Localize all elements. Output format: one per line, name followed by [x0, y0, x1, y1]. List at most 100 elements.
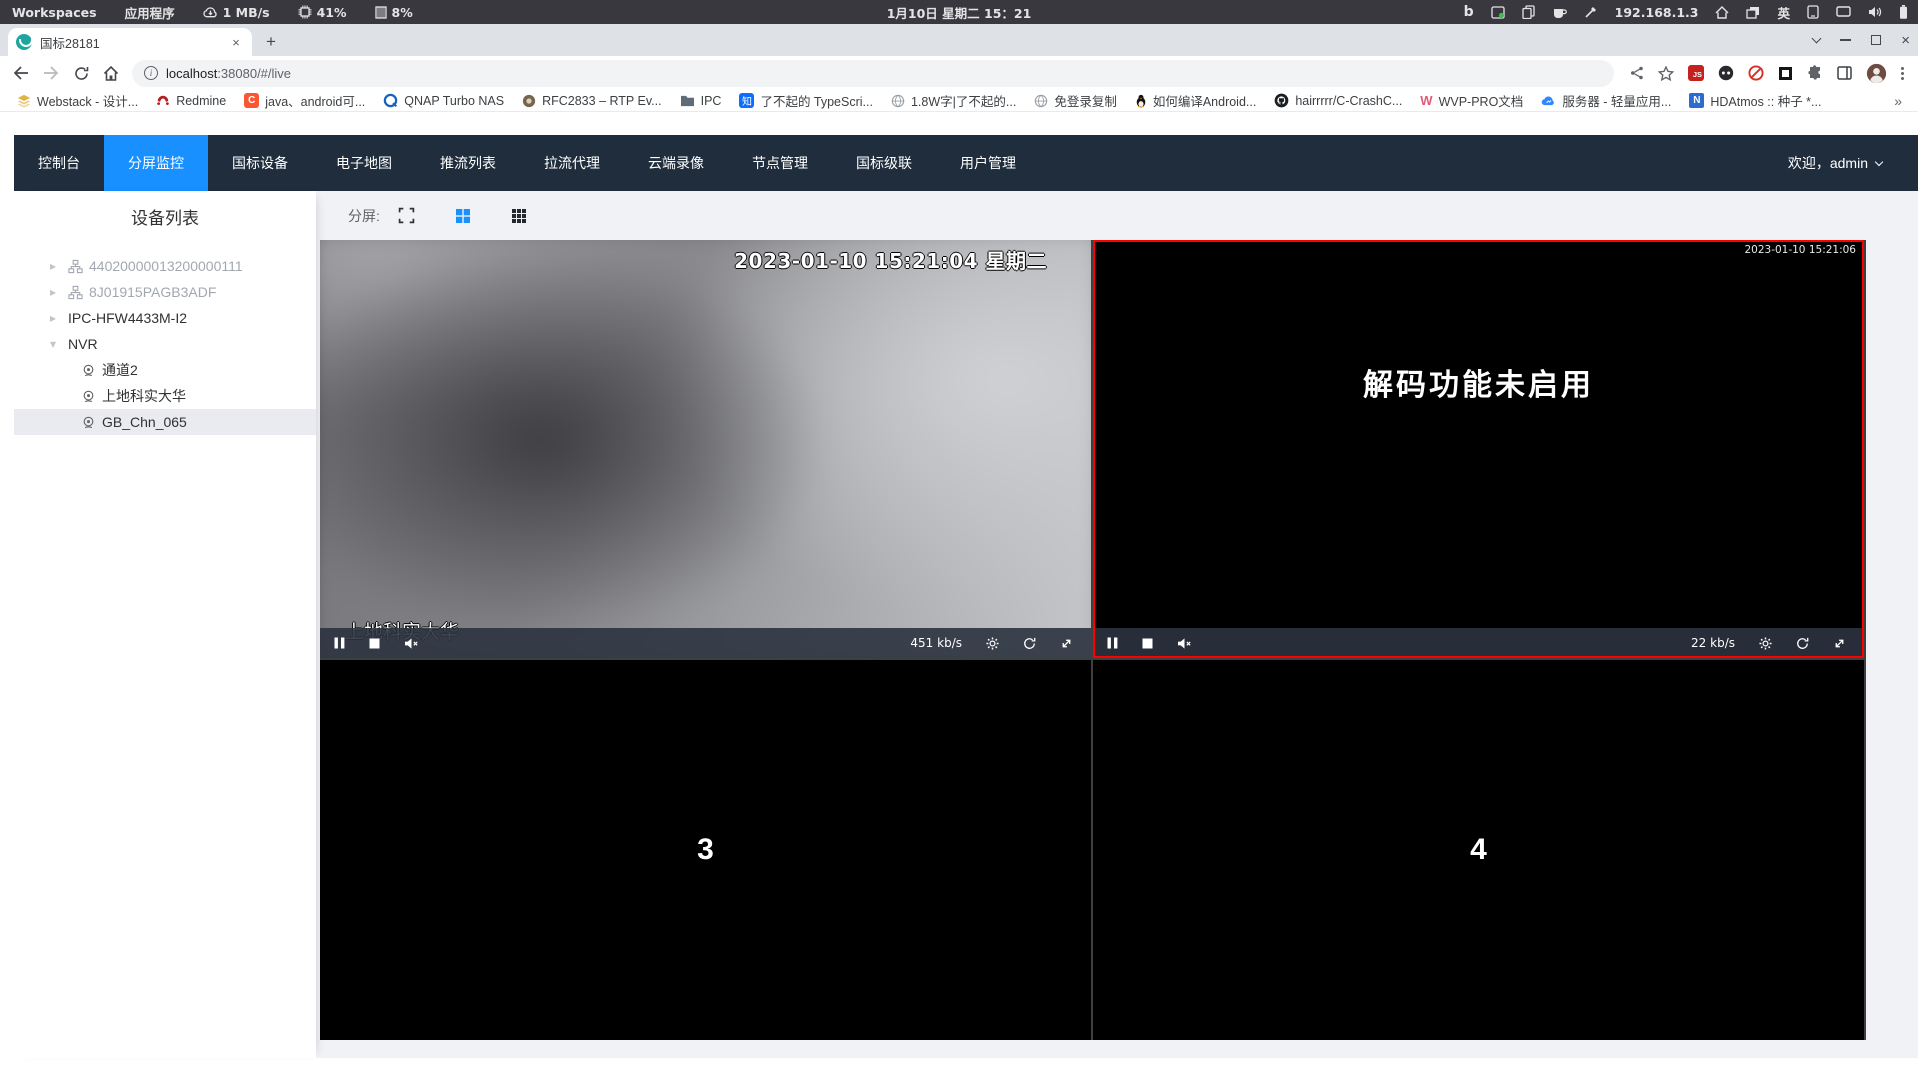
extension-mask-icon[interactable] [1718, 65, 1734, 81]
extension-js-icon[interactable]: JS [1688, 65, 1704, 81]
bookmark-csdn[interactable]: C java、android可... [237, 90, 372, 111]
expand-icon[interactable] [1833, 637, 1846, 650]
new-tab-button[interactable]: + [258, 29, 284, 55]
caret-right-icon[interactable]: ▸ [50, 311, 62, 325]
tab-close-button[interactable]: × [228, 34, 244, 50]
home-button[interactable] [98, 60, 124, 86]
applications-menu[interactable]: 应用程序 [125, 3, 175, 22]
pause-icon[interactable] [1107, 637, 1118, 649]
nav-push-list[interactable]: 推流列表 [416, 135, 520, 191]
bing-tray-icon[interactable]: b [1464, 4, 1474, 20]
bookmark-copy-free[interactable]: 免登录复制 [1027, 90, 1124, 111]
bookmark-hdatmos[interactable]: N HDAtmos :: 种子 *... [1682, 90, 1828, 111]
caret-right-icon[interactable]: ▸ [50, 285, 62, 299]
tree-node-device[interactable]: ▸ IPC-HFW4433M-I2 [14, 305, 316, 331]
bookmark-ipc-folder[interactable]: IPC [673, 93, 729, 109]
user-menu[interactable]: 欢迎，admin [1788, 153, 1884, 173]
pause-icon[interactable] [334, 637, 345, 649]
tree-node-device-expanded[interactable]: ▾ NVR [14, 331, 316, 357]
clipboard-tray-icon[interactable] [1522, 5, 1535, 19]
bookmark-android-build[interactable]: 如何编译Android... [1128, 90, 1264, 111]
caret-down-icon[interactable]: ▾ [50, 337, 62, 351]
video-player-1[interactable]: 2023-01-10 15:21:04 星期二 上地科实大华 451 kb/s [320, 240, 1091, 658]
profile-avatar[interactable] [1866, 63, 1887, 84]
site-info-icon[interactable]: i [144, 66, 158, 80]
browser-tab[interactable]: 国标28181 × [8, 28, 252, 56]
browser-menu-icon[interactable] [1901, 66, 1904, 80]
window-minimize-button[interactable] [1840, 39, 1852, 41]
nav-gb-cascade[interactable]: 国标级联 [832, 135, 936, 191]
refresh-icon[interactable] [1796, 637, 1809, 650]
side-panel-icon[interactable] [1837, 66, 1852, 80]
bookmark-label: 了不起的 TypeScri... [760, 95, 873, 109]
fullscreen-icon[interactable] [398, 207, 415, 224]
volume-tray-icon[interactable] [1868, 6, 1882, 18]
tab-search-chevron-icon[interactable] [1811, 33, 1822, 44]
extension-blocker-icon[interactable] [1748, 65, 1764, 81]
volume-muted-icon[interactable] [404, 637, 419, 650]
caret-right-icon[interactable]: ▸ [50, 259, 62, 273]
video-player-4[interactable]: 4 [1093, 660, 1864, 1040]
bookmark-rfc2833[interactable]: RFC2833 – RTP Ev... [515, 93, 669, 109]
bookmark-article-1[interactable]: 1.8W字|了不起的... [884, 90, 1023, 111]
window-maximize-button[interactable] [1871, 35, 1882, 45]
battery-tray-icon[interactable] [1899, 5, 1908, 19]
volume-muted-icon[interactable] [1177, 637, 1192, 650]
nav-split-screen-monitor[interactable]: 分屏监控 [104, 135, 208, 191]
video-player-2[interactable]: 2023-01-10 15:21:06 解码功能未启用 22 kb/s [1093, 240, 1864, 658]
bookmark-qnap[interactable]: QNAP Turbo NAS [376, 92, 511, 109]
settings-gear-icon[interactable] [986, 636, 999, 650]
tree-node-label: GB_Chn_065 [102, 414, 187, 430]
back-button[interactable] [8, 60, 34, 86]
platform-hub-icon [68, 259, 83, 274]
bookmark-star-icon[interactable] [1658, 65, 1674, 81]
bookmark-webstack[interactable]: Webstack - 设计... [10, 90, 145, 111]
window-close-button[interactable]: × [1901, 33, 1910, 48]
tree-node-channel[interactable]: 上地科实大华 [14, 383, 316, 409]
address-bar[interactable]: i localhost:38080/#/live [132, 59, 1614, 87]
stop-icon[interactable] [1142, 638, 1153, 649]
tree-node-channel-selected[interactable]: GB_Chn_065 [14, 409, 316, 435]
nav-node-manage[interactable]: 节点管理 [728, 135, 832, 191]
share-icon[interactable] [1630, 66, 1644, 80]
home-tray-icon[interactable] [1715, 5, 1729, 19]
tree-node-platform[interactable]: ▸ 44020000013200000111 [14, 253, 316, 279]
tree-node-channel[interactable]: 通道2 [14, 357, 316, 383]
nav-console[interactable]: 控制台 [14, 135, 104, 191]
workspaces-button[interactable]: Workspaces [12, 5, 97, 20]
video-player-3[interactable]: 3 [320, 660, 1091, 1040]
grid-2x2-icon[interactable] [455, 208, 471, 224]
settings-gear-icon[interactable] [1759, 636, 1772, 650]
bookmark-label: java、android可... [265, 95, 366, 109]
display-tray-icon[interactable] [1836, 6, 1851, 18]
nav-gb-devices[interactable]: 国标设备 [208, 135, 312, 191]
nav-e-map[interactable]: 电子地图 [312, 135, 416, 191]
ip-address-indicator[interactable]: 192.168.1.3 [1615, 5, 1699, 20]
extension-square-icon[interactable] [1778, 66, 1793, 81]
screenshot-tray-icon[interactable] [1491, 5, 1505, 19]
bookmark-github[interactable]: hairrrrr/C-CrashC... [1267, 92, 1409, 109]
bookmarks-overflow-button[interactable]: » [1894, 93, 1908, 109]
nav-cloud-record[interactable]: 云端录像 [624, 135, 728, 191]
window-number: 3 [697, 833, 714, 866]
bookmark-redmine[interactable]: Redmine [149, 93, 233, 109]
bookmark-cloud-server[interactable]: 服务器 - 轻量应用... [1534, 90, 1678, 111]
grid-3x3-icon[interactable] [511, 208, 527, 224]
refresh-icon[interactable] [1023, 637, 1036, 650]
clock[interactable]: 1月10日 星期二 15：21 [887, 3, 1032, 22]
nav-user-manage[interactable]: 用户管理 [936, 135, 1040, 191]
forward-button[interactable] [38, 60, 64, 86]
coffee-tray-icon[interactable] [1552, 6, 1567, 19]
phone-link-tray-icon[interactable] [1807, 5, 1819, 19]
extensions-puzzle-icon[interactable] [1807, 65, 1823, 81]
input-method-indicator[interactable]: 英 [1777, 3, 1790, 22]
expand-icon[interactable] [1060, 637, 1073, 650]
nav-pull-proxy[interactable]: 拉流代理 [520, 135, 624, 191]
bookmark-wvp-doc[interactable]: W WVP-PRO文档 [1413, 90, 1530, 111]
screwdriver-tray-icon[interactable] [1584, 5, 1598, 19]
windows-stack-tray-icon[interactable] [1746, 6, 1760, 19]
reload-button[interactable] [68, 60, 94, 86]
tree-node-platform[interactable]: ▸ 8J01915PAGB3ADF [14, 279, 316, 305]
stop-icon[interactable] [369, 638, 380, 649]
bookmark-zhihu-typescript[interactable]: 知 了不起的 TypeScri... [732, 90, 880, 111]
